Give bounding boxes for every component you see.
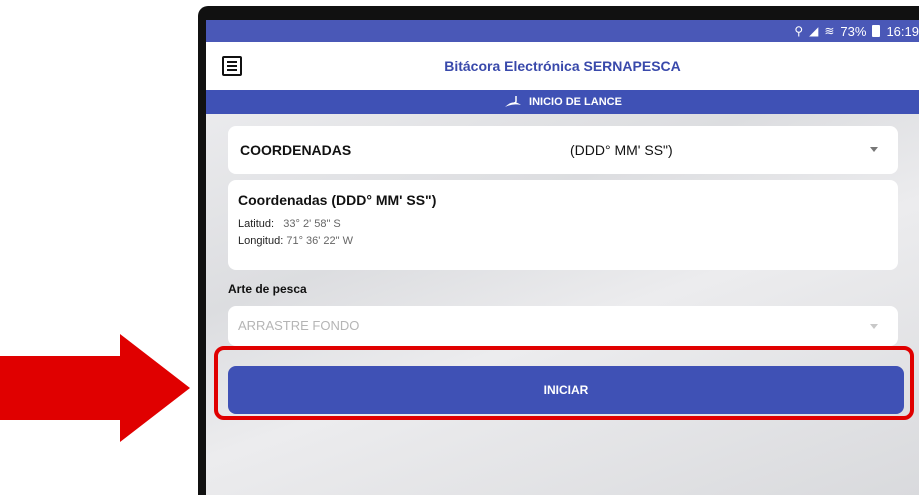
clock: 16:19 xyxy=(886,23,919,39)
wifi-icon: ≋ xyxy=(824,24,835,38)
coordinates-card: Coordenadas (DDD° MM' SS") Latitud: 33° … xyxy=(228,180,898,270)
section-title: INICIO DE LANCE xyxy=(529,96,622,108)
coordinates-select-label: COORDENADAS xyxy=(240,142,352,158)
fishing-gear-select[interactable]: ARRASTRE FONDO xyxy=(228,306,898,346)
fishing-gear-placeholder: ARRASTRE FONDO xyxy=(238,318,360,333)
tutorial-screenshot: ⚲ ◢ ≋ 73% 16:19 Bitácora Electrónica SER… xyxy=(0,0,919,495)
status-bar: ⚲ ◢ ≋ 73% 16:19 xyxy=(206,20,919,42)
fishing-hook-icon xyxy=(505,96,522,107)
fishing-gear-label: Arte de pesca xyxy=(228,282,307,296)
latitude-row: Latitud: 33° 2' 58" S xyxy=(238,216,888,233)
location-icon: ⚲ xyxy=(794,24,804,38)
coordinates-format-select[interactable]: COORDENADAS (DDD° MM' SS") xyxy=(228,126,898,174)
longitude-row: Longitud: 71° 36' 22" W xyxy=(238,233,888,250)
battery-level: 73% xyxy=(840,23,867,39)
battery-icon xyxy=(872,25,881,37)
app-bar: Bitácora Electrónica SERNAPESCA xyxy=(206,42,919,90)
latitude-value: 33° 2' 58" S xyxy=(283,218,341,230)
device-frame: ⚲ ◢ ≋ 73% 16:19 Bitácora Electrónica SER… xyxy=(198,6,919,495)
app-screen: ⚲ ◢ ≋ 73% 16:19 Bitácora Electrónica SER… xyxy=(206,20,919,495)
coordinates-select-value: (DDD° MM' SS") xyxy=(570,142,673,158)
chevron-down-icon xyxy=(870,324,878,329)
highlight-box xyxy=(214,346,914,420)
latitude-label: Latitud: xyxy=(238,218,275,230)
longitude-label: Longitud: xyxy=(238,235,284,247)
section-header: INICIO DE LANCE xyxy=(206,90,919,114)
longitude-value: 71° 36' 22" W xyxy=(286,235,353,247)
chevron-down-icon xyxy=(870,147,878,152)
coordinates-card-title: Coordenadas (DDD° MM' SS") xyxy=(238,192,437,208)
signal-icon: ◢ xyxy=(809,24,819,38)
app-title: Bitácora Electrónica SERNAPESCA xyxy=(444,58,681,74)
pointer-arrow xyxy=(0,334,190,442)
